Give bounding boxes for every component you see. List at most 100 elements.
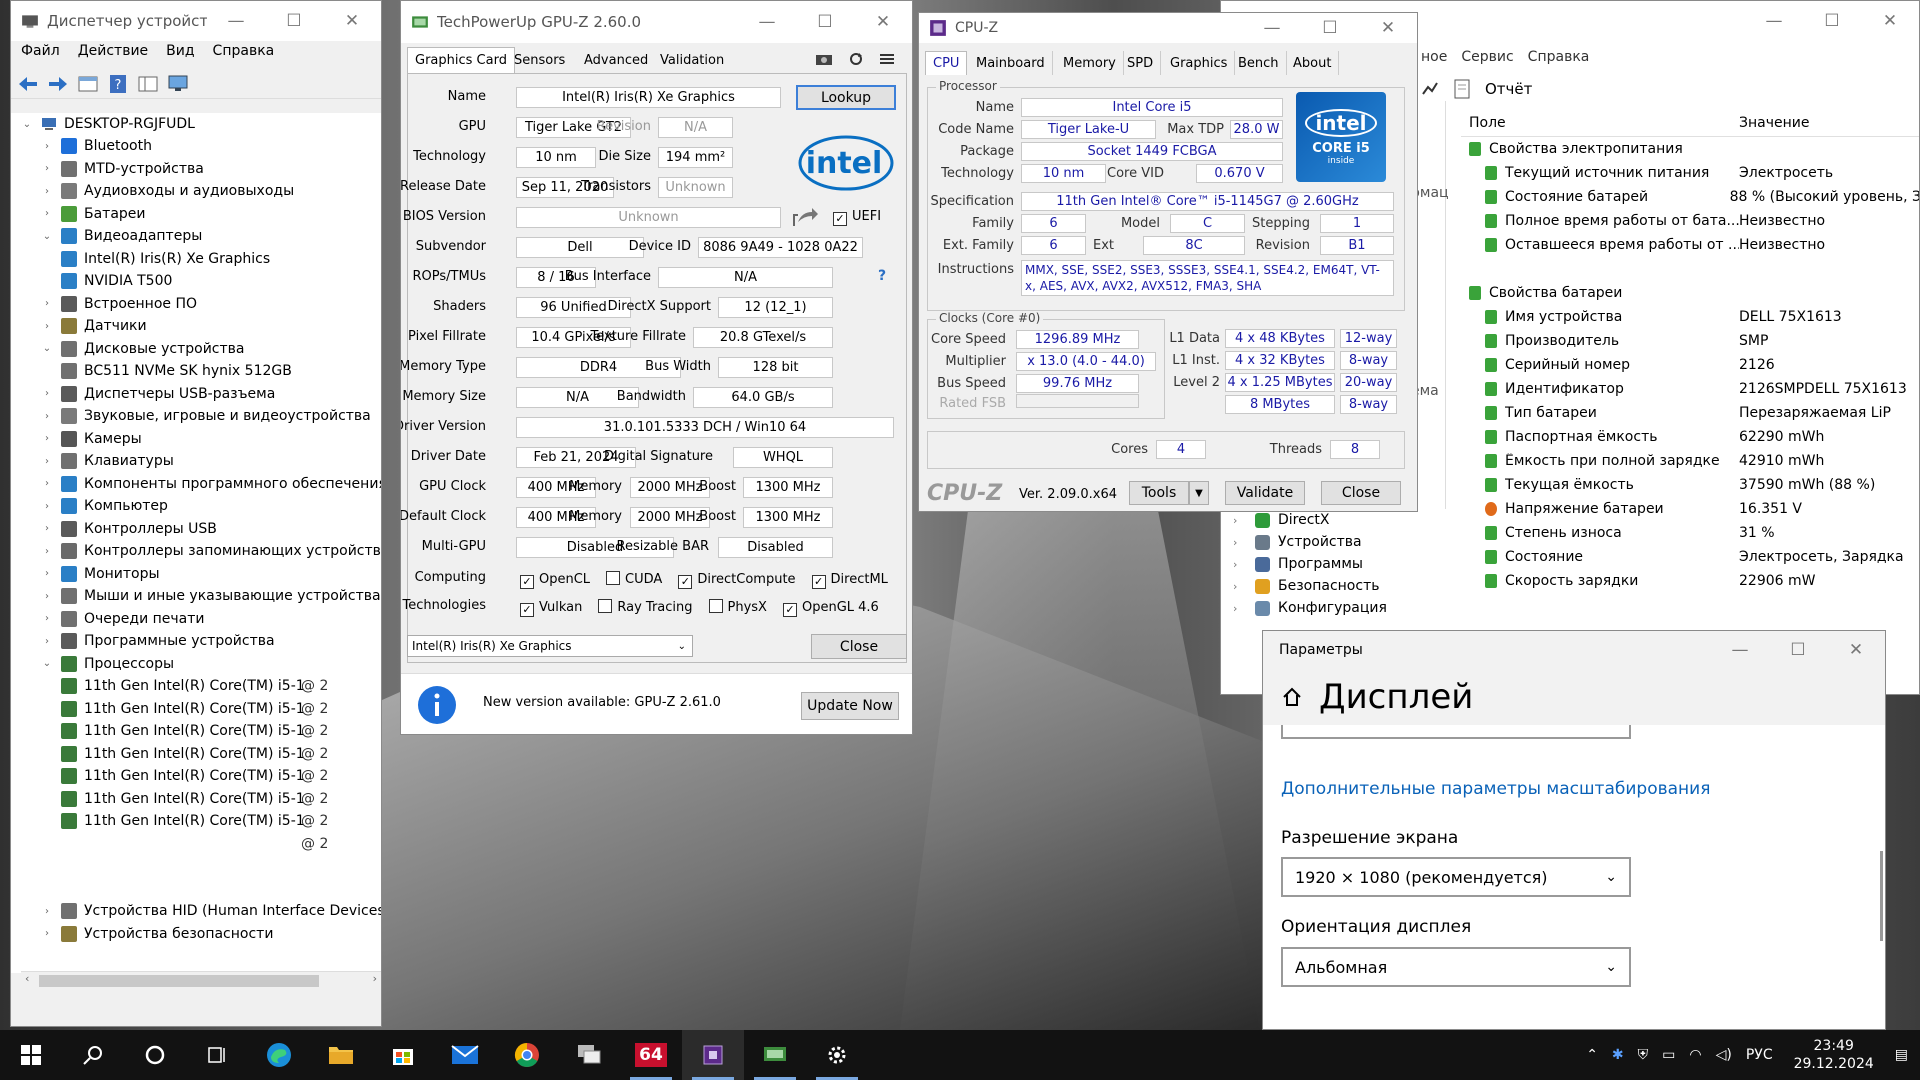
file-explorer-button[interactable] <box>310 1030 372 1080</box>
close-button[interactable]: ✕ <box>323 1 381 41</box>
tab-mainboard[interactable]: Mainboard <box>969 51 1053 75</box>
scrollbar-thumb[interactable] <box>39 975 319 987</box>
tools-dropdown-button[interactable]: ▼ <box>1189 481 1209 505</box>
column-field[interactable]: Поле <box>1469 115 1506 131</box>
menu-action[interactable]: Действие <box>78 43 148 65</box>
update-now-button[interactable]: Update Now <box>801 692 899 720</box>
expand-icon[interactable]: › <box>41 141 53 152</box>
search-button[interactable] <box>62 1030 124 1080</box>
tree-item[interactable]: › Очереди печати <box>41 608 205 630</box>
tree-item[interactable]: Intel(R) Iris(R) Xe Graphics <box>61 248 270 270</box>
gpuz-taskbar-button[interactable] <box>744 1030 806 1080</box>
clock[interactable]: 23:49 29.12.2024 <box>1794 1037 1874 1073</box>
bluetooth-tray-icon[interactable]: ✱ <box>1612 1047 1624 1063</box>
resolution-dropdown[interactable]: 1920 × 1080 (рекомендуется) ⌄ <box>1281 857 1631 897</box>
table-row[interactable]: Паспортная ёмкость 62290 mWh <box>1485 425 1919 449</box>
tree-item[interactable]: 11th Gen Intel(R) Core(TM) i5-1 @ 2 <box>61 810 328 832</box>
expand-icon[interactable]: › <box>41 928 53 939</box>
tree-item[interactable]: › Батареи <box>41 203 146 225</box>
expand-icon[interactable]: › <box>41 163 53 174</box>
tab-about[interactable]: About <box>1286 51 1340 75</box>
tree-item[interactable]: NVIDIA T500 <box>61 270 172 292</box>
table-row[interactable]: Состояние батарей 88 % (Высокий уровень, … <box>1485 185 1919 209</box>
battery-tray-icon[interactable]: ▭ <box>1662 1047 1675 1063</box>
tab-memory[interactable]: Memory <box>1056 51 1124 75</box>
properties-icon[interactable] <box>77 74 99 94</box>
aida64-taskbar-button[interactable]: 64 <box>620 1030 682 1080</box>
table-row[interactable]: Оставшееся время работы от ... Неизвестно <box>1485 233 1919 257</box>
expand-icon[interactable]: › <box>41 501 53 512</box>
start-button[interactable] <box>0 1030 62 1080</box>
cortana-button[interactable] <box>124 1030 186 1080</box>
checkbox-opencl[interactable]: ✓ OpenCL <box>520 572 590 589</box>
tree-root[interactable]: ⌄ DESKTOP-RGJFUDL <box>21 113 195 135</box>
report-icon[interactable] <box>1453 79 1471 99</box>
cpuz-close-button[interactable]: Close <box>1321 481 1401 505</box>
expand-icon[interactable]: › <box>41 591 53 602</box>
cpuz-taskbar-button[interactable] <box>682 1030 744 1080</box>
expand-icon[interactable]: › <box>41 456 53 467</box>
expand-icon[interactable]: › <box>41 568 53 579</box>
close-button[interactable]: ✕ <box>854 1 912 43</box>
tree-item[interactable]: › Аудиовходы и аудиовыходы <box>41 180 294 202</box>
menu-view[interactable]: Вид <box>166 43 194 65</box>
tree-item[interactable]: › Контроллеры USB <box>41 518 217 540</box>
minimize-button[interactable]: — <box>1243 13 1301 43</box>
table-row[interactable]: Текущая ёмкость 37590 mWh (88 %) <box>1485 473 1919 497</box>
tab-graphics-card[interactable]: Graphics Card <box>407 47 515 73</box>
tree-item[interactable]: ⌄ Процессоры <box>41 653 174 675</box>
maximize-button[interactable]: ☐ <box>1803 1 1861 41</box>
checkbox-vulkan[interactable]: ✓ Vulkan <box>520 600 582 617</box>
tree-item[interactable]: › Контроллеры запоминающих устройств <box>41 540 381 562</box>
table-row[interactable]: Ёмкость при полной зарядке 42910 mWh <box>1485 449 1919 473</box>
expand-icon[interactable]: › <box>41 478 53 489</box>
checkbox-cuda[interactable]: CUDA <box>606 571 662 587</box>
defender-tray-icon[interactable]: ⛨ <box>1638 1047 1649 1063</box>
gpuz-titlebar[interactable]: TechPowerUp GPU-Z 2.60.0 — ☐ ✕ <box>401 1 912 43</box>
checkbox-directml[interactable]: ✓ DirectML <box>811 572 888 589</box>
expand-icon[interactable]: › <box>41 523 53 534</box>
tree-item[interactable]: › Bluetooth <box>41 135 152 157</box>
tree-item[interactable]: ⌄ Дисковые устройства <box>41 338 245 360</box>
column-value[interactable]: Значение <box>1739 115 1809 131</box>
tree-item[interactable]: › Встроенное ПО <box>41 293 197 315</box>
aida-tree-item[interactable]: › Безопасность <box>1233 575 1379 597</box>
expand-icon[interactable]: › <box>41 636 53 647</box>
checkbox-physx[interactable]: PhysX <box>708 599 767 615</box>
maximize-button[interactable]: ☐ <box>1301 13 1359 43</box>
table-row[interactable]: Производитель SMP <box>1485 329 1919 353</box>
tree-item[interactable]: › Звуковые, игровые и видеоустройства <box>41 405 371 427</box>
aida-tree-item[interactable]: › Конфигурация <box>1233 597 1387 619</box>
menu-service[interactable]: Сервис <box>1461 49 1513 65</box>
store-button[interactable] <box>372 1030 434 1080</box>
device-manager-titlebar[interactable]: Диспетчер устройств — ☐ ✕ <box>11 1 381 41</box>
tree-item[interactable]: 11th Gen Intel(R) Core(TM) i5-1 @ 2 <box>61 743 328 765</box>
expand-icon[interactable]: › <box>1233 602 1247 615</box>
task-view-button[interactable] <box>186 1030 248 1080</box>
tab-cpu[interactable]: CPU <box>925 51 968 75</box>
expand-icon[interactable]: › <box>41 321 53 332</box>
tab-spd[interactable]: SPD <box>1120 51 1162 75</box>
close-button[interactable]: ✕ <box>1827 631 1885 669</box>
scale-dropdown-partial[interactable] <box>1281 725 1631 739</box>
table-row[interactable]: Напряжение батареи 16.351 V <box>1485 497 1919 521</box>
table-row[interactable]: Полное время работы от бата... Неизвестно <box>1485 209 1919 233</box>
tab-sensors[interactable]: Sensors <box>507 47 572 73</box>
tree-item[interactable]: › Программные устройства <box>41 630 275 652</box>
camera-icon[interactable] <box>815 51 833 67</box>
minimize-button[interactable]: — <box>207 1 265 41</box>
maximize-button[interactable]: ☐ <box>1769 631 1827 669</box>
tree-item[interactable]: 11th Gen Intel(R) Core(TM) i5-1 @ 2 <box>61 720 328 742</box>
tree-item[interactable]: 11th Gen Intel(R) Core(TM) i5-1 @ 2 <box>61 765 328 787</box>
back-icon[interactable] <box>17 74 39 94</box>
expand-icon[interactable]: › <box>41 186 53 197</box>
table-row[interactable]: Серийный номер 2126 <box>1485 353 1919 377</box>
menu-icon[interactable] <box>879 51 895 67</box>
orientation-dropdown[interactable]: Альбомная ⌄ <box>1281 947 1631 987</box>
edge-button[interactable] <box>248 1030 310 1080</box>
minimize-button[interactable]: — <box>1745 1 1803 41</box>
close-button[interactable]: ✕ <box>1359 13 1417 43</box>
tree-item[interactable]: › Клавиатуры <box>41 450 174 472</box>
language-indicator[interactable]: РУС <box>1746 1047 1773 1063</box>
tree-item[interactable]: › Мыши и иные указывающие устройства <box>41 585 381 607</box>
